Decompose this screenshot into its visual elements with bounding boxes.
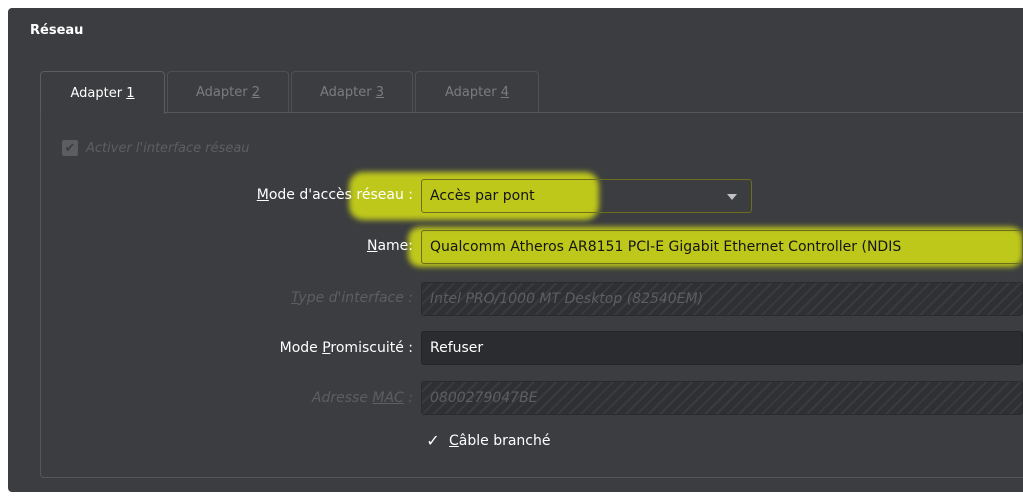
cable-connected-checkbox[interactable]: ✓ Câble branché (425, 431, 551, 450)
name-label: Name: (366, 238, 413, 254)
tab-adapter-2[interactable]: Adapter 2 (167, 71, 289, 113)
interface-type-select[interactable]: Intel PRO/1000 MT Desktop (82540EM) (421, 282, 1023, 316)
tab-adapter-1[interactable]: Adapter 1 (40, 71, 165, 114)
access-mode-value: Accès par pont (430, 188, 535, 204)
checkbox-check-icon: ✔ (62, 140, 78, 156)
chevron-down-icon (727, 194, 737, 200)
access-mode-label: Mode d'accès réseau : (256, 187, 413, 203)
mac-address-label: Adresse MAC : (311, 390, 413, 406)
access-mode-select[interactable]: Accès par pont (421, 179, 752, 213)
promiscuous-mode-value: Refuser (430, 340, 484, 356)
interface-type-label: Type d'interface : (291, 290, 413, 306)
name-select[interactable]: Qualcomm Atheros AR8151 PCI-E Gigabit Et… (421, 230, 1023, 264)
enable-interface-label: Activer l'interface réseau (86, 140, 250, 156)
tab-adapter-3[interactable]: Adapter 3 (291, 71, 413, 113)
tab-label: Adapter 3 (320, 85, 384, 100)
promiscuous-mode-label: Mode Promiscuité : (279, 340, 413, 356)
tab-label: Adapter 4 (445, 85, 509, 100)
tab-label: Adapter 2 (196, 85, 260, 100)
cable-connected-label: Câble branché (449, 433, 551, 449)
name-value: Qualcomm Atheros AR8151 PCI-E Gigabit Et… (430, 239, 902, 255)
tab-adapter-4[interactable]: Adapter 4 (415, 71, 539, 113)
promiscuous-mode-select[interactable]: Refuser (421, 331, 1023, 365)
enable-interface-checkbox[interactable]: ✔ Activer l'interface réseau (62, 140, 250, 156)
tab-label: Adapter 1 (70, 85, 135, 101)
section-title: Réseau (30, 23, 84, 38)
mac-address-field[interactable]: 0800279047BE (421, 381, 1023, 415)
interface-type-value: Intel PRO/1000 MT Desktop (82540EM) (430, 291, 704, 307)
checkmark-icon: ✓ (426, 431, 440, 450)
mac-address-value: 0800279047BE (430, 390, 538, 406)
